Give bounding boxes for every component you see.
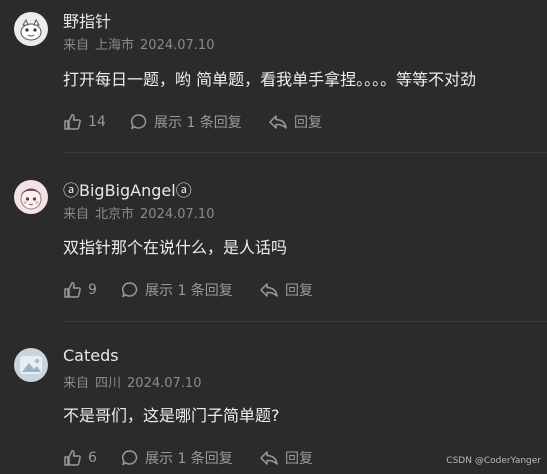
like-count: 9 [88, 282, 97, 298]
thumbs-up-icon [64, 114, 81, 130]
source-label: 来自 [63, 38, 90, 53]
username[interactable]: ⓐBigBigAngelⓐ [63, 177, 192, 201]
comment-meta: 来自 四川 2024.07.10 [63, 372, 207, 391]
comment-actions: 9 展示 1 条回复 回复 [63, 279, 313, 301]
location: 上海市 [95, 38, 135, 53]
source-label: 来自 [63, 207, 90, 222]
expand-replies-label: 展示 1 条回复 [145, 451, 233, 467]
reply-button[interactable]: 回复 [258, 280, 313, 300]
divider [63, 152, 547, 153]
like-button[interactable]: 14 [63, 112, 129, 132]
comment-text: 不是哥们，这是哪门子简单题? [63, 406, 280, 425]
comment-actions: 14 展示 1 条回复 回复 [63, 111, 322, 133]
divider [63, 321, 547, 322]
expand-replies-label: 展示 1 条回复 [145, 283, 233, 299]
avatar-image [14, 180, 48, 214]
speech-bubble-icon [121, 450, 138, 466]
location: 四川 [95, 376, 122, 391]
username[interactable]: Cateds [63, 346, 119, 365]
comment-date: 2024.07.10 [127, 376, 202, 391]
reply-label: 回复 [294, 115, 322, 131]
speech-bubble-icon [130, 114, 147, 130]
thumbs-up-icon [64, 450, 81, 466]
comment-actions: 6 展示 1 条回复 回复 [63, 447, 313, 469]
reply-label: 回复 [285, 451, 313, 467]
avatar[interactable] [14, 348, 48, 382]
reply-arrow-icon [260, 451, 278, 465]
like-count: 6 [88, 450, 97, 466]
source-label: 来自 [63, 376, 90, 391]
watermark: CSDN @CoderYanger [446, 456, 541, 466]
avatar-image [14, 348, 48, 382]
comment-text: 打开每日一题，哟 简单题，看我单手拿捏。。。。等等不对劲 [63, 70, 477, 89]
reply-arrow-icon [269, 115, 287, 129]
location: 北京市 [95, 207, 135, 222]
expand-replies-button[interactable]: 展示 1 条回复 [129, 112, 267, 132]
comment-meta: 来自 上海市 2024.07.10 [63, 34, 220, 53]
comment-date: 2024.07.10 [140, 207, 215, 222]
like-count: 14 [88, 114, 106, 130]
username[interactable]: 野指针 [63, 8, 111, 32]
reply-button[interactable]: 回复 [267, 112, 322, 132]
reply-arrow-icon [260, 283, 278, 297]
like-button[interactable]: 9 [63, 280, 120, 300]
speech-bubble-icon [121, 282, 138, 298]
expand-replies-button[interactable]: 展示 1 条回复 [120, 448, 258, 468]
avatar[interactable] [14, 12, 48, 46]
expand-replies-button[interactable]: 展示 1 条回复 [120, 280, 258, 300]
reply-label: 回复 [285, 283, 313, 299]
avatar-image [14, 12, 48, 46]
comment-meta: 来自 北京市 2024.07.10 [63, 203, 220, 222]
thumbs-up-icon [64, 282, 81, 298]
avatar[interactable] [14, 180, 48, 214]
reply-button[interactable]: 回复 [258, 448, 313, 468]
expand-replies-label: 展示 1 条回复 [154, 115, 242, 131]
comment-date: 2024.07.10 [140, 38, 215, 53]
comment-text: 双指针那个在说什么，是人话吗 [63, 238, 288, 257]
like-button[interactable]: 6 [63, 448, 120, 468]
